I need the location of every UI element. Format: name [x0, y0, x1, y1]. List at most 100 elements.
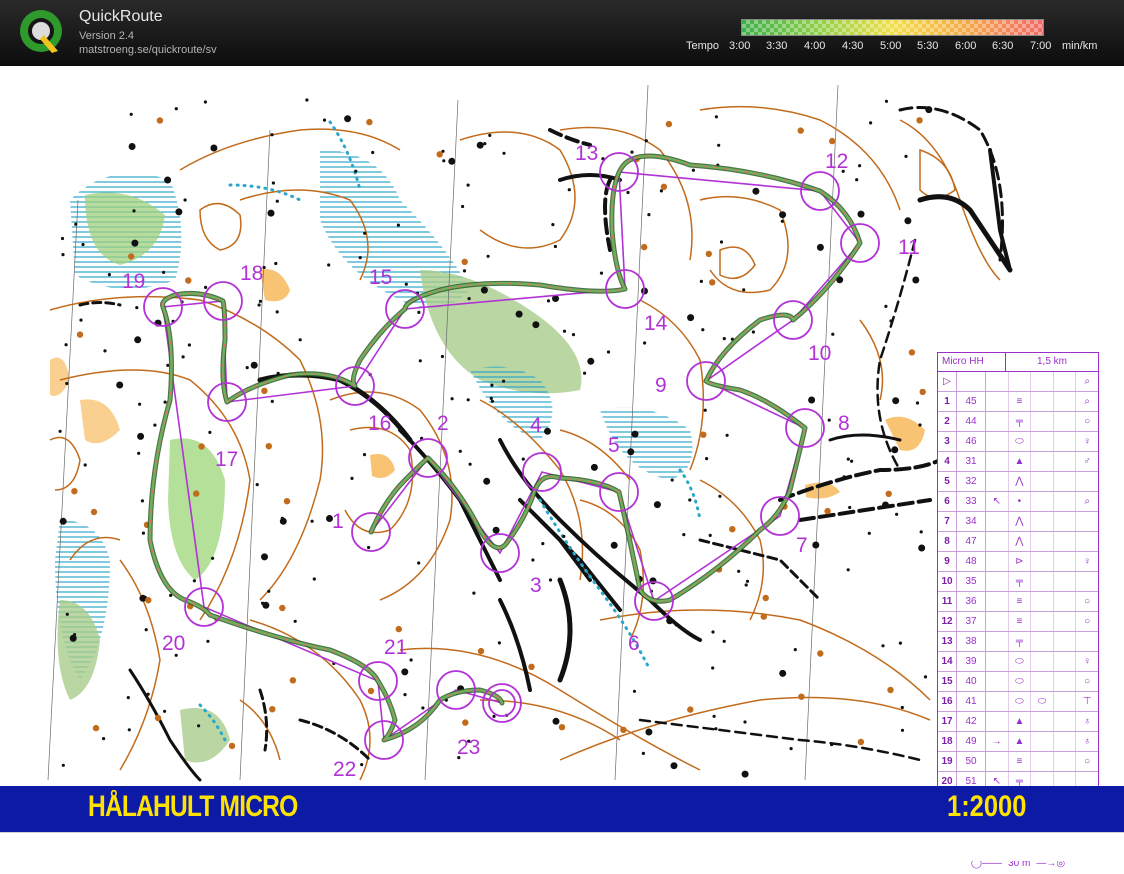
tempo-tick: 3:30	[766, 40, 788, 52]
direction-cell	[986, 752, 1009, 771]
boulder	[711, 666, 715, 670]
boulder	[358, 256, 362, 260]
description-header: Micro HH 1,5 km	[938, 353, 1098, 372]
boulder	[442, 159, 446, 163]
feature-cell: ⬭	[1009, 652, 1032, 671]
control-number-cell: 2	[938, 412, 957, 431]
boulder	[812, 541, 820, 549]
control-number-cell: 11	[938, 592, 957, 611]
boulder	[722, 337, 726, 341]
boulder	[793, 648, 797, 652]
feature-detail-cell	[1031, 472, 1054, 491]
feature-cell: ▲	[1009, 732, 1032, 751]
boulder	[881, 644, 885, 648]
feature-cell: ≡	[1009, 752, 1032, 771]
location-cell: ♁	[1083, 736, 1091, 747]
control-number-cell: 5	[938, 472, 957, 491]
knoll	[154, 714, 162, 722]
boulder	[360, 763, 364, 767]
boulder	[396, 223, 400, 227]
control-number-cell: 10	[938, 572, 957, 591]
boulder	[846, 457, 850, 461]
boulder	[606, 350, 611, 354]
boulder	[567, 188, 571, 192]
control-number: 17	[215, 448, 238, 471]
orienteering-map[interactable]: 1 2 3 4 5 6 7 8 9 10 11 12 13 14 15 16 1…	[0, 66, 1124, 869]
boulder	[892, 397, 900, 405]
boulder	[583, 371, 587, 375]
knoll	[709, 279, 716, 286]
location-cell: ⌕	[1084, 396, 1090, 407]
location-cell: ○	[1084, 676, 1091, 687]
boulder	[61, 763, 65, 767]
boulder	[610, 541, 618, 549]
boulder	[830, 743, 834, 747]
boulder	[889, 319, 893, 323]
knoll	[762, 594, 769, 602]
control-number-cell: 13	[938, 632, 957, 651]
boulder	[858, 164, 862, 168]
boulder	[279, 517, 287, 525]
boulder	[867, 531, 871, 535]
quickroute-q-logo-icon	[20, 10, 62, 53]
feature-detail-cell	[1031, 492, 1054, 511]
boulder	[131, 239, 139, 247]
boulder	[490, 399, 494, 403]
boulder	[492, 526, 500, 534]
app-url-link[interactable]: matstroeng.se/quickroute/sv	[79, 44, 217, 56]
boulder	[532, 321, 540, 329]
boulder	[919, 530, 923, 534]
control-number-cell: 9	[938, 552, 957, 571]
boulder	[590, 463, 598, 471]
control-number-cell: 6	[938, 492, 957, 511]
boulder	[354, 169, 358, 173]
control-number: 18	[240, 262, 263, 285]
control-number: 5	[608, 434, 620, 457]
boulder	[515, 310, 523, 318]
boulder	[146, 692, 150, 696]
appearance-cell	[1054, 532, 1077, 551]
bottom-strip	[0, 832, 1124, 861]
boulder	[363, 231, 367, 235]
boulder	[270, 133, 274, 137]
map-title: HÅLAHULT MICRO	[88, 790, 298, 823]
boulder	[708, 533, 712, 538]
boulder	[779, 669, 787, 677]
control-number-cell: 19	[938, 752, 957, 771]
boulder	[670, 478, 674, 482]
boulder	[137, 432, 145, 440]
knoll	[283, 498, 291, 505]
vegetation-areas	[50, 150, 925, 763]
direction-cell	[986, 612, 1009, 631]
tempo-tick: 4:00	[804, 40, 826, 52]
boulder	[502, 379, 506, 383]
boulder	[275, 199, 279, 203]
boulder	[144, 628, 148, 632]
location-cell: ○	[1084, 616, 1091, 627]
direction-cell	[986, 552, 1009, 571]
description-row: 10 35 ╤	[938, 572, 1098, 592]
boulder	[293, 619, 297, 623]
boulder	[483, 142, 487, 146]
boulder	[466, 183, 470, 187]
boulder	[691, 168, 696, 172]
boulder	[183, 198, 187, 202]
boulder	[666, 617, 674, 625]
appearance-cell	[1054, 592, 1077, 611]
appearance-cell	[1054, 552, 1077, 571]
control-number-cell: 3	[938, 432, 957, 451]
knoll	[461, 258, 468, 265]
knoll	[92, 724, 100, 732]
boulder	[626, 190, 630, 195]
control-code-cell: 46	[957, 432, 986, 451]
boulder	[404, 282, 408, 286]
boulder	[599, 271, 604, 275]
boulder	[267, 589, 271, 593]
boulder	[129, 112, 133, 116]
knoll	[705, 250, 712, 258]
boulder	[653, 501, 661, 509]
tempo-label: Tempo	[686, 40, 720, 52]
boulder	[128, 143, 136, 150]
boulder	[711, 630, 715, 634]
boulder	[164, 176, 172, 184]
